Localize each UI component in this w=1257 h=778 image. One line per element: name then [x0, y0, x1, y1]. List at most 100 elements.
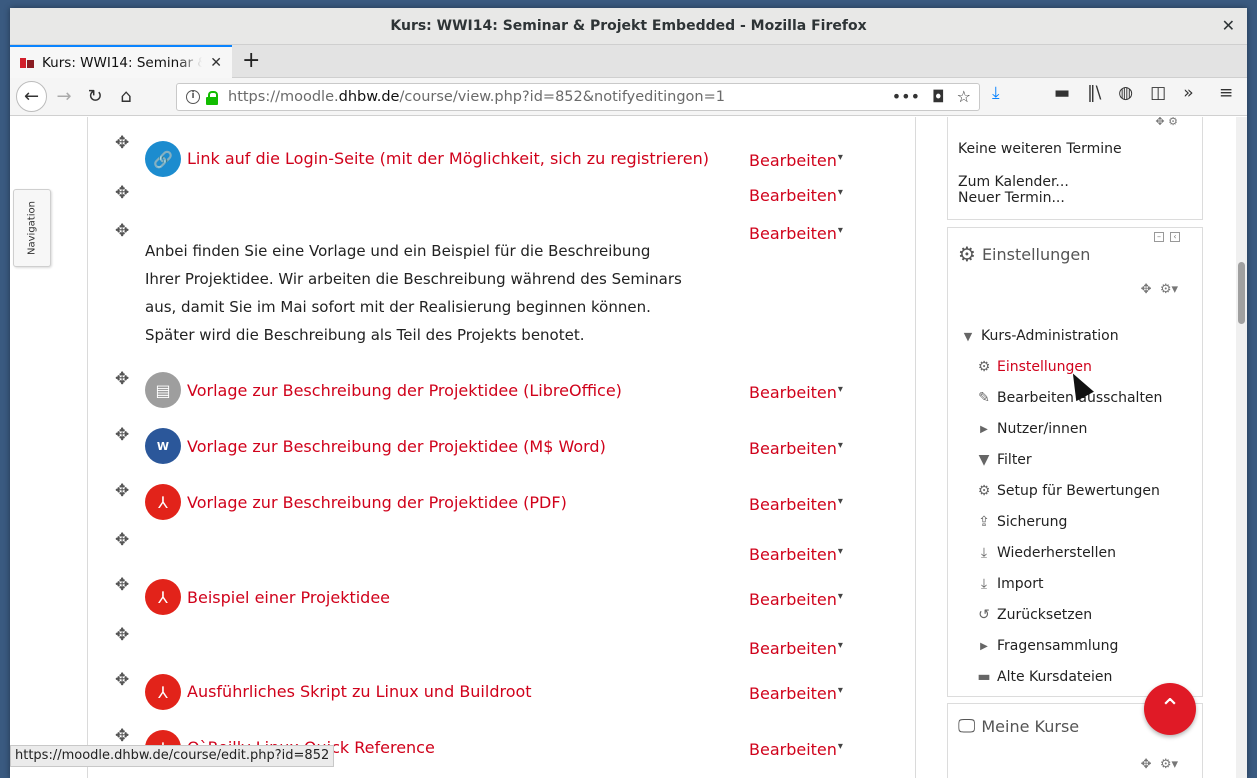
new-tab-icon[interactable]: +: [242, 48, 260, 73]
edit-menu[interactable]: Bearbeiten: [749, 151, 842, 170]
collapse-icon[interactable]: –: [1154, 232, 1164, 242]
move-icon[interactable]: ✥: [115, 221, 129, 241]
page-scrollbar[interactable]: [1236, 117, 1247, 778]
info-icon[interactable]: i: [186, 90, 200, 104]
back-icon[interactable]: ←: [16, 81, 47, 112]
sidebar-icon[interactable]: ◫: [1150, 83, 1166, 103]
move-icon[interactable]: ✥: [115, 530, 129, 550]
lock-icon: [206, 90, 218, 105]
pdf-icon: ⅄: [145, 579, 181, 615]
gears-icon: ⚙: [958, 242, 976, 266]
library-icon[interactable]: ‖\: [1087, 83, 1101, 103]
forward-icon[interactable]: →: [50, 84, 78, 110]
activity-link[interactable]: Beispiel einer Projektidee: [187, 588, 390, 607]
page-actions-icon[interactable]: •••: [892, 87, 920, 106]
tree-item-filter[interactable]: ▼ Filter: [976, 452, 1032, 468]
browser-window: Kurs: WWI14: Seminar & Projekt Embedded …: [10, 8, 1247, 778]
my-courses-title: Meine Kurse: [981, 717, 1080, 736]
url-text: https://moodle.dhbw.de/course/view.php?i…: [228, 89, 725, 105]
settings-title: Einstellungen: [981, 244, 1091, 264]
import-icon: ⤓: [980, 576, 988, 592]
tree-item-reset[interactable]: ↺ Zurücksetzen: [976, 607, 1092, 623]
overflow-icon[interactable]: »: [1183, 83, 1193, 103]
tree-item-restore[interactable]: ⤓ Wiederherstellen: [976, 545, 1116, 561]
edit-menu[interactable]: Bearbeiten: [749, 590, 842, 609]
reset-icon: ↺: [978, 607, 990, 623]
edit-menu[interactable]: Bearbeiten: [749, 545, 842, 564]
move-icon[interactable]: ✥: [115, 726, 129, 746]
pocket-icon[interactable]: ◘: [932, 87, 945, 106]
block-actions-icon[interactable]: ✥ ⚙▾: [1141, 757, 1178, 772]
downloads-icon[interactable]: ⤓: [992, 83, 1000, 103]
activity-link[interactable]: Link auf die Login-Seite (mit der Möglic…: [187, 149, 709, 168]
pdf-icon: ⅄: [145, 674, 181, 710]
edit-menu[interactable]: Bearbeiten: [749, 439, 842, 458]
tree-item-users[interactable]: ▶ Nutzer/innen: [976, 421, 1087, 437]
edit-menu[interactable]: Bearbeiten: [749, 495, 842, 514]
scroll-to-top-button[interactable]: ⌃: [1144, 683, 1196, 735]
filter-icon: ▼: [978, 452, 990, 468]
edit-menu[interactable]: Bearbeiten: [749, 684, 842, 703]
move-icon[interactable]: ✥: [115, 575, 129, 595]
activity-link[interactable]: Vorlage zur Beschreibung der Projektidee…: [187, 437, 606, 456]
close-icon[interactable]: ✕: [1222, 8, 1235, 44]
new-event-link[interactable]: Neuer Termin...: [958, 190, 1065, 206]
move-icon[interactable]: ✥: [115, 625, 129, 645]
pdf-icon: ⅄: [145, 484, 181, 520]
edit-menu[interactable]: Bearbeiten: [749, 224, 842, 243]
move-icon[interactable]: ✥: [115, 670, 129, 690]
addon-icon[interactable]: ◍: [1118, 83, 1133, 103]
move-icon[interactable]: ✥: [115, 369, 129, 389]
moodle-favicon-icon: [20, 57, 34, 69]
tree-item-grades-setup[interactable]: ⚙ Setup für Bewertungen: [976, 483, 1160, 499]
settings-block: – ‹ ⚙ Einstellungen ✥ ⚙▾ ▼ Kurs-Administ…: [947, 227, 1203, 697]
my-courses-header: 🖵 Meine Kurse: [958, 716, 1079, 737]
navigation-toolbar: ← → ↻ ⌂ i https://moodle.dhbw.de/course/…: [10, 78, 1247, 116]
status-bar-url: https://moodle.dhbw.de/course/edit.php?i…: [10, 745, 335, 767]
activity-link[interactable]: Ausführliches Skript zu Linux und Buildr…: [187, 682, 532, 701]
edit-menu[interactable]: Bearbeiten: [749, 186, 842, 205]
caret-down-icon: ▼: [963, 329, 973, 343]
activity-link[interactable]: Vorlage zur Beschreibung der Projektidee…: [187, 381, 622, 400]
tree-item-import[interactable]: ⤓ Import: [976, 576, 1044, 592]
tree-item-legacy-files[interactable]: ▬ Alte Kursdateien: [976, 669, 1112, 685]
move-icon[interactable]: ✥: [115, 425, 129, 445]
settings-header: ⚙ Einstellungen: [958, 242, 1090, 266]
edit-menu[interactable]: Bearbeiten: [749, 639, 842, 658]
window-title: Kurs: WWI14: Seminar & Projekt Embedded …: [390, 18, 867, 34]
block-actions-icon[interactable]: ✥ ⚙: [1155, 117, 1178, 128]
edit-menu[interactable]: Bearbeiten: [749, 383, 842, 402]
bookmark-star-icon[interactable]: ☆: [957, 87, 971, 106]
activity-link[interactable]: Vorlage zur Beschreibung der Projektidee…: [187, 493, 567, 512]
upload-icon: ⇪: [978, 514, 990, 530]
gear-icon: ⚙: [977, 359, 991, 375]
url-bar[interactable]: i https://moodle.dhbw.de/course/view.php…: [176, 83, 980, 111]
edit-menu[interactable]: Bearbeiten: [749, 740, 842, 759]
tree-root[interactable]: ▼ Kurs-Administration: [960, 328, 1119, 344]
tab-close-icon[interactable]: ✕: [210, 55, 222, 71]
tree-item-backup[interactable]: ⇪ Sicherung: [976, 514, 1067, 530]
navigation-drawer-tab[interactable]: Navigation: [13, 189, 51, 267]
extension-icon[interactable]: ▬: [1054, 83, 1070, 103]
tab-bar: Kurs: WWI14: Seminar & Projekt Embedded …: [10, 45, 1247, 78]
section-description: Anbei finden Sie eine Vorlage und ein Be…: [145, 242, 682, 344]
browser-tab[interactable]: Kurs: WWI14: Seminar & Projekt Embedded …: [10, 45, 232, 78]
block-actions-icon[interactable]: ✥ ⚙▾: [1141, 282, 1178, 297]
scrollbar-thumb[interactable]: [1238, 262, 1245, 324]
move-icon[interactable]: ✥: [115, 183, 129, 203]
dock-icon[interactable]: ‹: [1170, 232, 1180, 242]
home-icon[interactable]: ⌂: [112, 84, 140, 110]
caret-right-icon: ▶: [980, 640, 988, 652]
reload-icon[interactable]: ↻: [81, 84, 109, 110]
tree-item-edit-off[interactable]: ✎ Bearbeiten ausschalten: [976, 390, 1162, 406]
move-icon[interactable]: ✥: [115, 481, 129, 501]
gear-icon: ⚙: [977, 483, 991, 499]
to-calendar-link[interactable]: Zum Kalender...: [958, 174, 1069, 190]
menu-icon[interactable]: ≡: [1219, 83, 1233, 103]
link-icon: 🔗: [145, 141, 181, 177]
pencil-icon: ✎: [978, 390, 990, 406]
tree-item-question-bank[interactable]: ▶ Fragensammlung: [976, 638, 1118, 654]
move-icon[interactable]: ✥: [115, 133, 129, 153]
caret-right-icon: ▶: [980, 423, 988, 435]
course-section: ✥ 🔗 Link auf die Login-Seite (mit der Mö…: [87, 117, 916, 778]
